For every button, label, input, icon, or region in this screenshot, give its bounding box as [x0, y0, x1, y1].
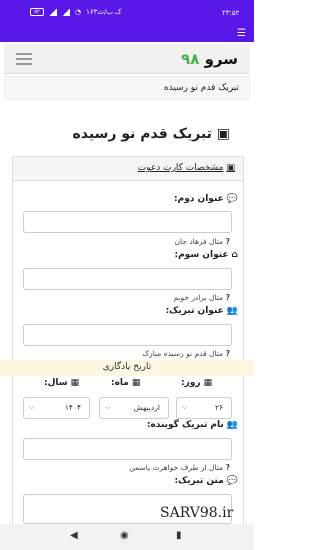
page-title-text: تبریک قدم نو رسیده: [72, 126, 212, 142]
clock: ۲۳:۵۲: [222, 9, 240, 17]
hamburger-icon[interactable]: [16, 53, 32, 65]
congrats-title-label: 👥عنوان تبریک:: [166, 306, 238, 316]
congrats-title-input[interactable]: [23, 324, 232, 346]
question-icon: ?: [223, 293, 230, 302]
day-label: ▦روز:: [181, 378, 212, 388]
question-icon: ?: [223, 349, 230, 358]
day-label-text: روز:: [181, 378, 201, 388]
third-title-input[interactable]: [23, 268, 232, 290]
signal-icon-2: [62, 8, 70, 16]
page-title: ▣ تبریک قدم نو رسیده: [30, 126, 230, 142]
signal-icon: [49, 8, 57, 16]
calendar-icon: ▦: [203, 378, 213, 388]
brand-number: ۹۸: [181, 50, 200, 68]
site-logo[interactable]: سرو ۹۸: [181, 50, 238, 68]
recents-icon[interactable]: ▮: [176, 530, 182, 541]
chevron-down-icon: ⌵: [29, 403, 35, 411]
third-title-hint: ? مثال برادر خوبم: [173, 293, 230, 302]
home-circle-icon[interactable]: ◉: [120, 530, 129, 541]
comment-icon: 💬: [226, 476, 238, 486]
watermark: SARV98.ir: [160, 505, 234, 521]
status-icons: ۵۲ ◔ ۱۶۳ک.ب/ث: [30, 8, 121, 16]
sender-name-label: 👥نام تبریک گوینده:: [147, 420, 238, 430]
id-card-icon-small: ▣: [226, 163, 235, 173]
message-label: 💬متن تبریک:: [174, 476, 238, 486]
congrats-title-hint: ? مثال قدم نو رسیده مبارک: [142, 349, 230, 358]
second-title-input[interactable]: [23, 211, 232, 233]
sender-name-input[interactable]: [23, 438, 232, 460]
wifi-icon: ◔: [75, 8, 82, 16]
third-title-label: ⌂عنوان سوم:: [174, 250, 238, 260]
home-icon: ⌂: [231, 250, 238, 260]
site-navbar: سرو ۹۸: [4, 44, 250, 74]
brand-text: سرو: [204, 50, 238, 68]
chevron-down-icon: ⌵: [182, 403, 188, 411]
sender-name-label-text: نام تبریک گوینده:: [146, 420, 224, 430]
third-title-label-text: عنوان سوم:: [174, 250, 229, 260]
year-select-value: ۱۴۰۴: [64, 403, 81, 412]
message-label-text: متن تبریک:: [174, 476, 224, 486]
id-card-icon: ▣: [216, 126, 230, 142]
tab-menu-icon[interactable]: ☰: [237, 29, 246, 39]
card-header-text: مشخصات کارت دعوت: [137, 163, 224, 173]
second-title-label: 💬عنوان دوم:: [174, 194, 238, 204]
month-select[interactable]: اردیبهش ⌵: [99, 397, 169, 419]
calendar-icon: ▦: [131, 378, 141, 388]
status-bar: ۲۳:۵۲ ۵۲ ◔ ۱۶۳ک.ب/ث: [0, 0, 254, 26]
comment-icon: 💬: [226, 194, 238, 204]
battery-icon: ۵۲: [30, 8, 44, 16]
year-label: ▦سال:: [44, 378, 79, 388]
calendar-x-icon: ▦: [70, 378, 80, 388]
sender-name-hint-text: مثال از طرف خواهرت یاسمن: [129, 463, 224, 472]
congrats-title-hint-text: مثال قدم نو رسیده مبارک: [142, 349, 224, 358]
network-speed: ۱۶۳ک.ب/ث: [86, 8, 122, 16]
day-select[interactable]: ۲۶ ⌵: [176, 397, 232, 419]
second-title-label-text: عنوان دوم:: [174, 194, 224, 204]
system-navigation-bar: ◀ ◉ ▮: [0, 524, 254, 550]
month-select-value: اردیبهش: [133, 403, 160, 412]
day-select-value: ۲۶: [214, 403, 223, 412]
back-icon[interactable]: ◀: [70, 530, 78, 541]
congrats-title-label-text: عنوان تبریک:: [165, 306, 224, 316]
card-header: ▣مشخصات کارت دعوت: [13, 157, 243, 181]
year-label-text: سال:: [44, 378, 68, 388]
users-icon: 👥: [226, 306, 238, 316]
browser-tab-strip: ☰: [0, 26, 254, 42]
sender-name-hint: ? مثال از طرف خواهرت یاسمن: [129, 463, 230, 472]
chevron-down-icon: ⌵: [105, 403, 111, 411]
month-label-text: ماه:: [111, 378, 129, 388]
breadcrumb[interactable]: تبریک قدم نو رسیده: [4, 76, 250, 100]
memory-date-banner: تاریخ یادگاری: [0, 360, 254, 376]
month-label: ▦ماه:: [111, 378, 140, 388]
year-select[interactable]: ۱۴۰۴ ⌵: [23, 397, 90, 419]
third-title-hint-text: مثال برادر خوبم: [173, 293, 224, 302]
question-icon: ?: [223, 237, 230, 246]
question-icon: ?: [223, 463, 230, 472]
second-title-hint-text: مثال فرهاد جان: [174, 237, 224, 246]
second-title-hint: ? مثال فرهاد جان: [175, 237, 230, 246]
users-icon: 👥: [226, 420, 238, 430]
